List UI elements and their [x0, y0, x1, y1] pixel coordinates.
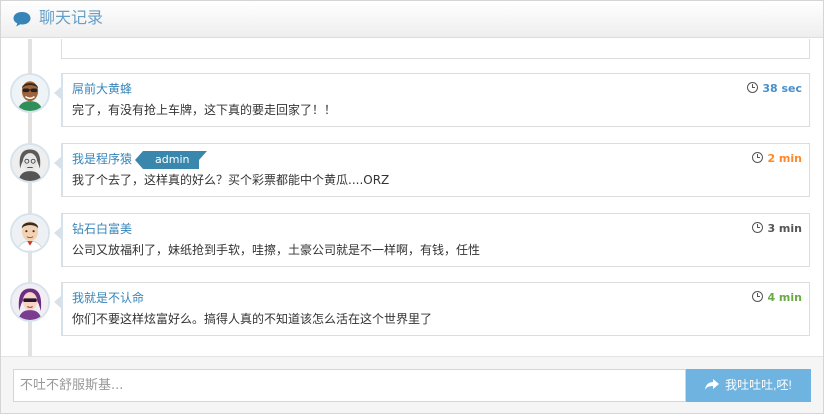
chat-bubble-icon	[12, 10, 32, 28]
message-text: 完了，有没有抢上车牌，这下真的要走回家了！！	[72, 103, 337, 117]
previous-message-stub	[61, 39, 810, 59]
message-time: 2 min	[752, 151, 802, 167]
message-input[interactable]	[13, 369, 686, 402]
avatar-woman-purple-hair-icon[interactable]	[10, 282, 50, 322]
time-label: 4 min	[767, 291, 802, 304]
message-bubble: 屌前大黄蜂 38 sec 完了，有没有抢上车牌，这下真的要走回家了！！	[54, 73, 810, 127]
message-bubble: 钻石白富美 3 min 公司又放福利了，妹纸抢到手软，哇擦，土豪公司就是不一样啊…	[54, 213, 810, 267]
header-title: 聊天记录	[39, 8, 104, 27]
time-label: 3 min	[767, 222, 802, 235]
chat-message: 我是程序猿 admin 2 min 我了个去了，这样真的好么？买个彩票都能中个黄…	[1, 143, 823, 199]
message-bubble: 我就是不认命 4 min 你们不要这样炫富好么。搞得人真的不知道该怎么活在这个世…	[54, 282, 810, 336]
avatar-man-short-hair-icon[interactable]	[10, 213, 50, 253]
time-label: 2 min	[767, 152, 802, 165]
send-button[interactable]: 我吐吐吐,呸!	[686, 369, 811, 402]
chat-message: 我就是不认命 4 min 你们不要这样炫富好么。搞得人真的不知道该怎么活在这个世…	[1, 282, 823, 338]
sender-name[interactable]: 屌前大黄蜂	[72, 81, 132, 97]
message-text: 我了个去了，这样真的好么？买个彩票都能中个黄瓜....ORZ	[72, 173, 390, 187]
sender-name[interactable]: 我就是不认命	[72, 290, 144, 306]
chat-message: 屌前大黄蜂 38 sec 完了，有没有抢上车牌，这下真的要走回家了！！	[1, 73, 823, 129]
send-button-label: 我吐吐吐,呸!	[725, 378, 792, 392]
message-composer: 我吐吐吐,呸!	[1, 356, 823, 413]
message-text: 公司又放福利了，妹纸抢到手软，哇擦，土豪公司就是不一样啊，有钱，任性	[72, 243, 481, 257]
clock-icon	[752, 152, 764, 163]
sender-name[interactable]: 我是程序猿	[72, 151, 132, 167]
message-time: 4 min	[752, 290, 802, 306]
message-time: 3 min	[752, 221, 802, 237]
clock-icon	[747, 82, 759, 93]
message-text: 你们不要这样炫富好么。搞得人真的不知道该怎么活在这个世界里了	[72, 312, 433, 326]
message-bubble: 我是程序猿 admin 2 min 我了个去了，这样真的好么？买个彩票都能中个黄…	[54, 143, 810, 197]
widget-header: 聊天记录	[1, 1, 823, 38]
avatar-man-sunglasses-icon[interactable]	[10, 73, 50, 113]
clock-icon	[752, 291, 764, 302]
chat-widget: 聊天记录 屌前大黄蜂 38 sec 完了，有没有抢上车牌，这下真的要走回家了！！	[0, 0, 824, 414]
clock-icon	[752, 222, 764, 233]
sender-name[interactable]: 钻石白富美	[72, 221, 132, 237]
share-icon	[705, 370, 720, 390]
message-time: 38 sec	[747, 81, 802, 97]
time-label: 38 sec	[762, 82, 802, 95]
chat-message: 钻石白富美 3 min 公司又放福利了，妹纸抢到手软，哇擦，土豪公司就是不一样啊…	[1, 213, 823, 269]
avatar-man-long-hair-icon[interactable]	[10, 143, 50, 183]
admin-badge: admin	[134, 151, 209, 169]
